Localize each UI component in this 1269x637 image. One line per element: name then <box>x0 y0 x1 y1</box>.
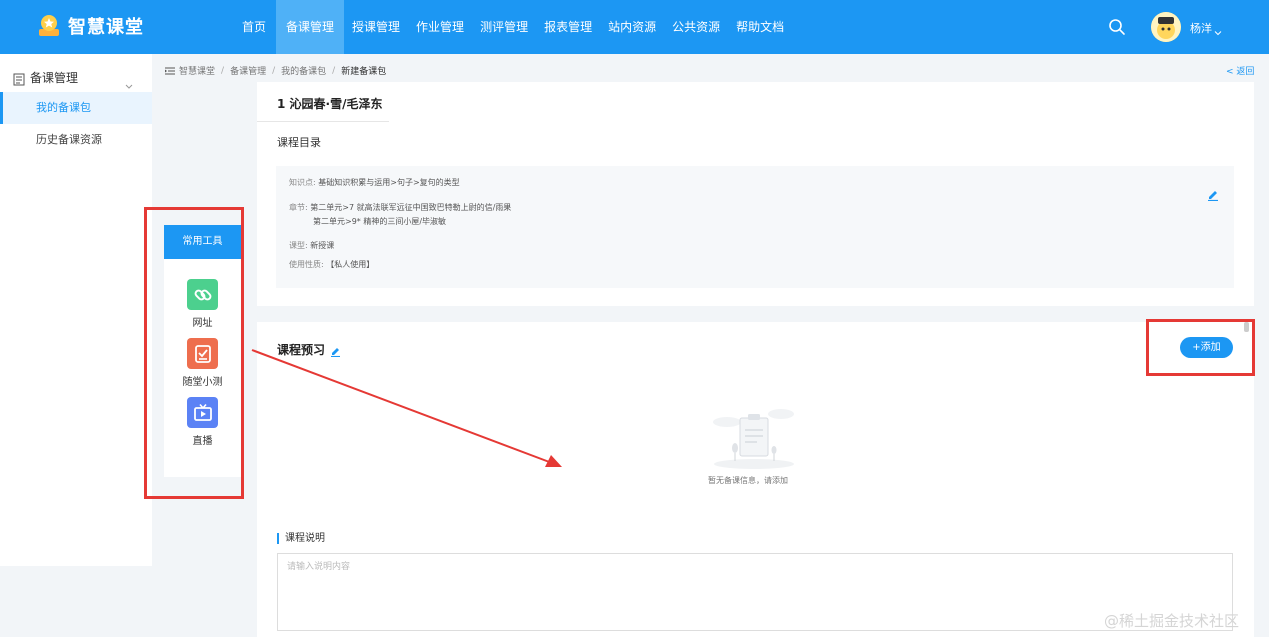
lesson-title: 1 沁园春·雪/毛泽东 <box>277 97 383 111</box>
breadcrumb-separator: / <box>272 65 276 76</box>
sidebar-item-history-resources[interactable]: 历史备课资源 <box>0 124 152 156</box>
chapter-row: 章节: 第二单元>7 就高法联军远征中国致巴特勒上尉的信/雨果 <box>289 202 511 213</box>
knowledge-row: 知识点: 基础知识积累与运用>句子>复句的类型 <box>289 177 460 188</box>
app-title: 智慧课堂 <box>68 17 144 38</box>
nav-lesson-prep[interactable]: 备课管理 <box>276 0 345 54</box>
type-key: 课型: <box>289 241 308 250</box>
sidebar-group-lesson-prep[interactable]: 备课管理 <box>0 62 152 92</box>
type-value: 新授课 <box>310 241 335 250</box>
chevron-down-icon[interactable] <box>1214 22 1222 36</box>
search-icon[interactable] <box>1108 18 1126 36</box>
breadcrumb-item[interactable]: 我的备课包 <box>281 64 326 77</box>
chapter-key: 章节: <box>289 203 308 212</box>
nav-assessment[interactable]: 测评管理 <box>472 0 536 54</box>
back-link[interactable]: < 返回 <box>1226 64 1254 77</box>
nav-reports[interactable]: 报表管理 <box>536 0 600 54</box>
description-textarea[interactable] <box>277 553 1233 631</box>
section-divider <box>257 306 1254 322</box>
username[interactable]: 杨洋 <box>1190 20 1212 36</box>
breadcrumb-item[interactable]: 备课管理 <box>230 64 266 77</box>
document-icon <box>13 71 25 86</box>
edit-icon[interactable] <box>1207 186 1219 202</box>
chevron-down-icon <box>125 75 133 89</box>
preview-title: 课程预习 <box>277 343 326 357</box>
breadcrumb-separator: / <box>221 65 225 76</box>
main-nav: 首页 备课管理 授课管理 作业管理 测评管理 报表管理 站内资源 公共资源 帮助… <box>232 0 792 54</box>
nav-site-resources[interactable]: 站内资源 <box>600 0 664 54</box>
avatar[interactable] <box>1151 12 1181 42</box>
nav-help-docs[interactable]: 帮助文档 <box>728 0 792 54</box>
knowledge-key: 知识点: <box>289 178 316 187</box>
chapter-value-1: 第二单元>7 就高法联军远征中国致巴特勒上尉的信/雨果 <box>310 203 512 212</box>
sidebar-group-label: 备课管理 <box>30 71 79 85</box>
empty-clipboard-icon <box>711 404 797 470</box>
breadcrumb-current: 新建备课包 <box>341 67 387 77</box>
top-header: 智慧课堂 首页 备课管理 授课管理 作业管理 测评管理 报表管理 站内资源 公共… <box>0 0 1269 54</box>
catalog-label: 课程目录 <box>277 136 321 149</box>
knowledge-value: 基础知识积累与运用>句子>复句的类型 <box>318 178 460 187</box>
breadcrumb: 智慧课堂 / 备课管理 / 我的备课包 / 新建备课包 <box>165 64 386 77</box>
nav-public-resources[interactable]: 公共资源 <box>664 0 728 54</box>
annotation-box-tools <box>144 207 244 499</box>
nav-home[interactable]: 首页 <box>232 0 276 54</box>
chapter-value-2: 第二单元>9* 精神的三间小屋/毕淑敏 <box>313 217 447 226</box>
annotation-box-add <box>1146 319 1255 376</box>
usage-value: 【私人使用】 <box>326 260 375 269</box>
app-logo[interactable]: 智慧课堂 <box>36 13 144 39</box>
nav-homework[interactable]: 作业管理 <box>408 0 472 54</box>
sidebar: 备课管理 我的备课包 历史备课资源 <box>0 54 152 566</box>
logo-icon <box>36 13 62 39</box>
edit-icon[interactable] <box>330 342 341 358</box>
type-row: 课型: 新授课 <box>289 240 334 251</box>
usage-row: 使用性质: 【私人使用】 <box>289 259 374 270</box>
empty-state-text: 暂无备课信息，请添加 <box>708 476 788 485</box>
scrollbar[interactable] <box>1244 322 1249 332</box>
description-title: 课程说明 <box>277 533 325 544</box>
breadcrumb-separator: / <box>332 65 336 76</box>
breadcrumb-item[interactable]: 智慧课堂 <box>179 64 215 77</box>
sidebar-item-my-packages[interactable]: 我的备课包 <box>0 92 152 124</box>
usage-key: 使用性质: <box>289 260 324 269</box>
nav-teaching[interactable]: 授课管理 <box>344 0 408 54</box>
menu-fold-icon[interactable] <box>165 67 175 75</box>
watermark: @稀土掘金技术社区 <box>1104 612 1240 630</box>
